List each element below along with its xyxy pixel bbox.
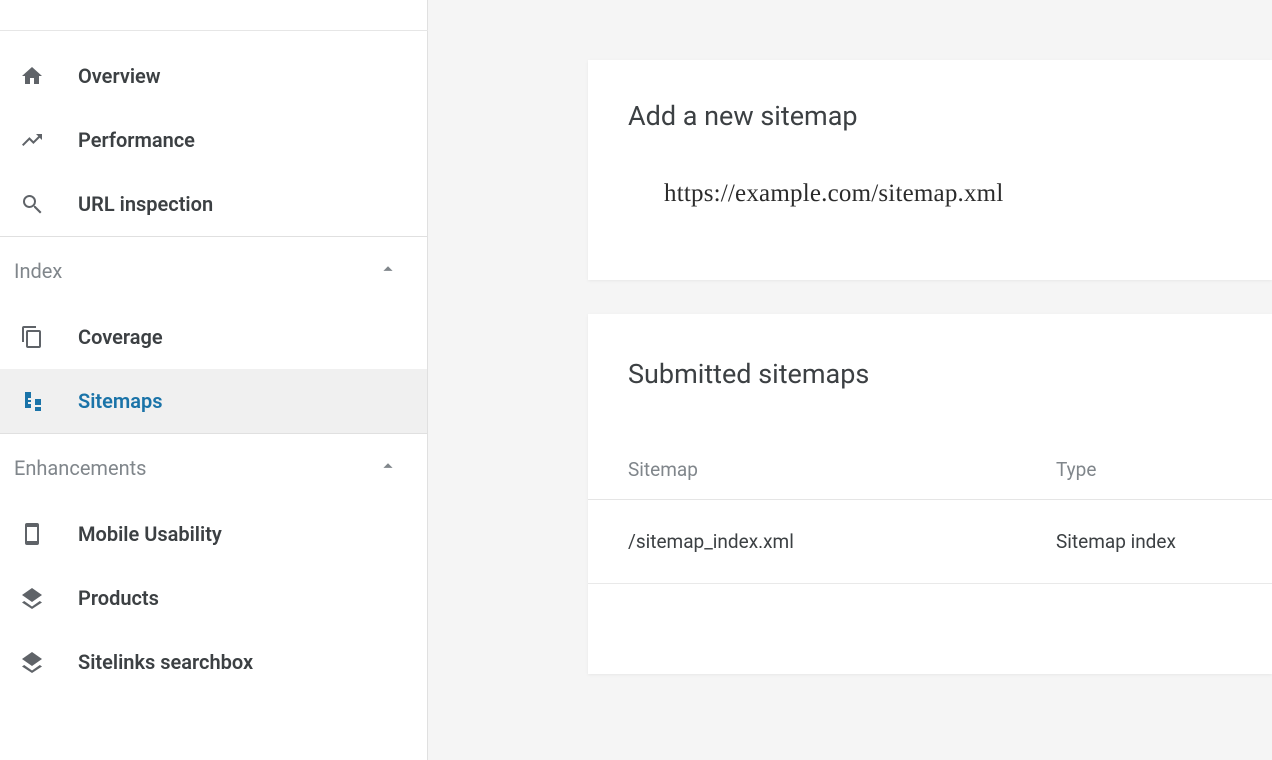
- table-header-row: Sitemap Type: [588, 440, 1272, 500]
- sidebar-item-label: Performance: [78, 128, 195, 152]
- chevron-up-icon: [377, 258, 399, 284]
- sidebar-item-sitelinks-searchbox[interactable]: Sitelinks searchbox: [0, 630, 427, 694]
- table-cell-type: Sitemap index: [1056, 530, 1272, 553]
- search-icon: [18, 190, 46, 218]
- sitemap-icon: [18, 387, 46, 415]
- sidebar-item-overview[interactable]: Overview: [0, 44, 427, 108]
- home-icon: [18, 62, 46, 90]
- sidebar-section-header-enhancements[interactable]: Enhancements: [0, 434, 427, 502]
- sidebar-item-mobile-usability[interactable]: Mobile Usability: [0, 502, 427, 566]
- table-header-type: Type: [1056, 458, 1272, 481]
- sidebar-item-url-inspection[interactable]: URL inspection: [0, 172, 427, 236]
- table-row[interactable]: /sitemap_index.xml Sitemap index: [588, 500, 1272, 584]
- sidebar-item-coverage[interactable]: Coverage: [0, 305, 427, 369]
- sidebar: Overview Performance URL inspection Inde…: [0, 0, 428, 760]
- sidebar-item-sitemaps[interactable]: Sitemaps: [0, 369, 427, 433]
- sidebar-item-label: Sitemaps: [78, 389, 163, 413]
- layers-icon: [18, 584, 46, 612]
- trending-icon: [18, 126, 46, 154]
- submitted-sitemaps-table: Sitemap Type /sitemap_index.xml Sitemap …: [588, 440, 1272, 584]
- sidebar-section-label: Index: [14, 259, 62, 283]
- sidebar-item-label: URL inspection: [78, 192, 213, 216]
- sidebar-item-label: Coverage: [78, 325, 163, 349]
- sidebar-section-enhancements: Enhancements Mobile Usability Products: [0, 433, 427, 694]
- sidebar-item-label: Products: [78, 586, 159, 610]
- sidebar-section-header-index[interactable]: Index: [0, 237, 427, 305]
- copy-icon: [18, 323, 46, 351]
- sidebar-item-label: Overview: [78, 64, 161, 88]
- phone-icon: [18, 520, 46, 548]
- sidebar-item-label: Mobile Usability: [78, 522, 222, 546]
- sitemap-url-input[interactable]: [664, 180, 1224, 208]
- sidebar-item-label: Sitelinks searchbox: [78, 650, 253, 674]
- main-content: Add a new sitemap Submitted sitemaps Sit…: [428, 0, 1272, 760]
- chevron-up-icon: [377, 455, 399, 481]
- sidebar-item-products[interactable]: Products: [0, 566, 427, 630]
- table-cell-sitemap: /sitemap_index.xml: [588, 530, 1056, 553]
- sidebar-section-label: Enhancements: [14, 456, 146, 480]
- submitted-sitemaps-title: Submitted sitemaps: [588, 314, 1272, 390]
- table-header-sitemap: Sitemap: [588, 458, 1056, 481]
- submitted-sitemaps-card: Submitted sitemaps Sitemap Type /sitemap…: [588, 314, 1272, 674]
- add-sitemap-title: Add a new sitemap: [588, 60, 1272, 132]
- layers-icon: [18, 648, 46, 676]
- add-sitemap-card: Add a new sitemap: [588, 60, 1272, 280]
- sidebar-item-performance[interactable]: Performance: [0, 108, 427, 172]
- sidebar-section-index: Index Coverage Sitemaps: [0, 236, 427, 433]
